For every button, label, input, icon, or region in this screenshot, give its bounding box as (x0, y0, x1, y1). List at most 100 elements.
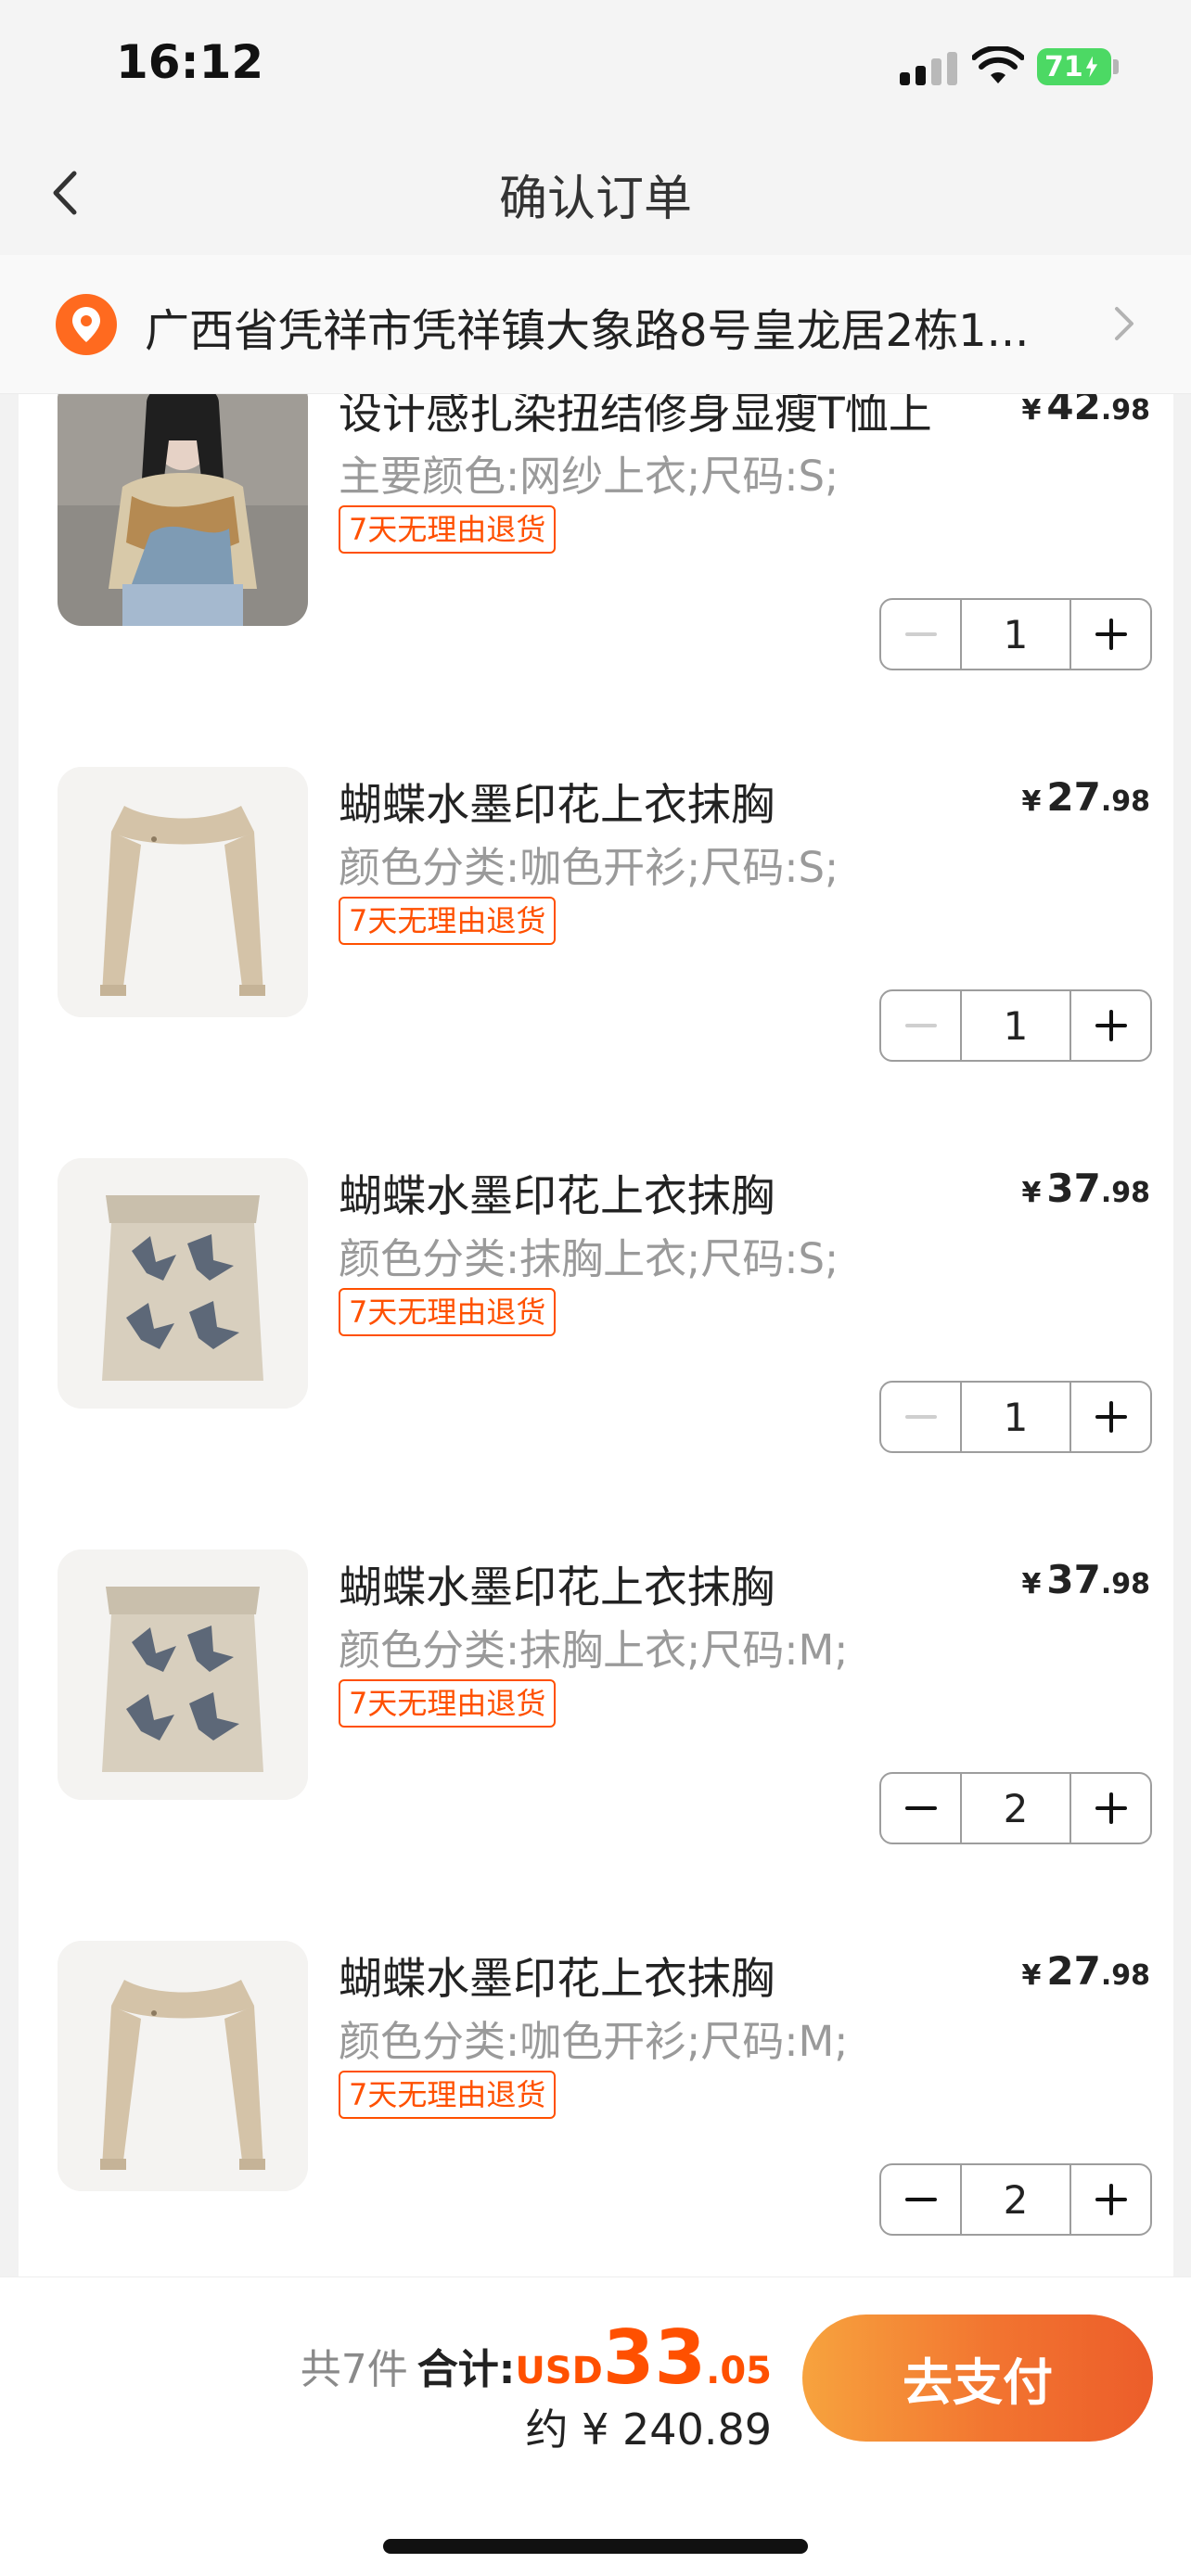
minus-icon (904, 1806, 937, 1810)
order-item: 蝴蝶水墨印花上衣抹胸 颜色分类:咖色开衫;尺码:M; 7天无理由退货 ¥27.9… (56, 1941, 1152, 2276)
checkout-bar: 共7件 合计:USD33.05 约 ¥ 240.89 去支付 (0, 2276, 1191, 2576)
return-policy-badge: 7天无理由退货 (339, 2071, 557, 2119)
page-title: 确认订单 (498, 172, 692, 227)
quantity-value[interactable]: 1 (960, 1383, 1071, 1451)
decrease-quantity-button[interactable] (881, 991, 960, 1060)
butterfly-tube-top-image (58, 1158, 308, 1409)
decrease-quantity-button[interactable] (881, 2165, 960, 2234)
quantity-stepper: 1 (879, 598, 1152, 670)
price-integer: 42 (1046, 394, 1101, 428)
product-sku: 颜色分类:抹胸上衣;尺码:M; (339, 1626, 849, 1675)
plus-icon (1095, 618, 1127, 650)
plus-icon (1095, 2184, 1127, 2215)
product-price: ¥42.98 (1022, 394, 1150, 428)
product-title[interactable]: 蝴蝶水墨印花上衣抹胸 (339, 769, 988, 833)
price-decimal: .98 (1100, 1568, 1150, 1600)
return-policy-badge: 7天无理由退货 (339, 1679, 557, 1728)
order-item-list[interactable]: 设计感扎染扭结修身显瘦T恤上 主要颜色:网纱上衣;尺码:S; 7天无理由退货 ¥… (0, 394, 1191, 2276)
price-currency: ¥ (1021, 1568, 1042, 1600)
product-title[interactable]: 蝴蝶水墨印花上衣抹胸 (339, 1943, 988, 2007)
cellular-signal-icon (900, 52, 957, 85)
quantity-stepper: 2 (879, 2163, 1152, 2236)
return-policy-badge: 7天无理由退货 (339, 505, 557, 554)
order-item: 蝴蝶水墨印花上衣抹胸 颜色分类:抹胸上衣;尺码:M; 7天无理由退货 ¥37.9… (56, 1549, 1152, 1902)
total-amount-integer: 33 (602, 2315, 707, 2401)
minus-icon (904, 1024, 937, 1027)
status-time: 16:12 (116, 35, 264, 89)
pay-button[interactable]: 去支付 (802, 2315, 1153, 2442)
minus-icon (904, 632, 937, 636)
order-item: 设计感扎染扭结修身显瘦T恤上 主要颜色:网纱上衣;尺码:S; 7天无理由退货 ¥… (56, 394, 1152, 728)
battery-tip (1113, 59, 1119, 74)
increase-quantity-button[interactable] (1071, 2165, 1150, 2234)
battery-charging-icon: 71 (1037, 48, 1111, 85)
beige-shrug-image (58, 767, 308, 1017)
price-decimal: .98 (1100, 1959, 1150, 1992)
increase-quantity-button[interactable] (1071, 1383, 1150, 1451)
quantity-value[interactable]: 2 (960, 2165, 1071, 2234)
product-price: ¥37.98 (1022, 1557, 1150, 1602)
product-sku: 颜色分类:抹胸上衣;尺码:S; (339, 1234, 839, 1283)
price-currency: ¥ (1021, 1959, 1042, 1992)
price-currency: ¥ (1021, 1177, 1042, 1209)
battery-level: 71 (1044, 50, 1083, 83)
product-image[interactable] (58, 1941, 308, 2191)
plus-icon (1095, 1401, 1127, 1433)
total-label: 合计: (416, 2346, 516, 2393)
return-policy-badge: 7天无理由退货 (339, 897, 557, 945)
product-title[interactable]: 设计感扎染扭结修身显瘦T恤上 (339, 394, 988, 441)
quantity-value[interactable]: 1 (960, 600, 1071, 669)
beige-shrug-image (58, 1941, 308, 2191)
price-currency: ¥ (1021, 785, 1042, 818)
price-integer: 37 (1046, 1166, 1101, 1211)
price-integer: 27 (1046, 774, 1101, 820)
product-title[interactable]: 蝴蝶水墨印花上衣抹胸 (339, 1551, 988, 1615)
price-decimal: .98 (1100, 785, 1150, 818)
quantity-stepper: 1 (879, 1381, 1152, 1453)
product-price: ¥27.98 (1022, 1948, 1150, 1994)
product-price: ¥37.98 (1022, 1166, 1150, 1211)
quantity-stepper: 2 (879, 1772, 1152, 1844)
total-currency: USD (515, 2350, 603, 2392)
decrease-quantity-button[interactable] (881, 1383, 960, 1451)
shipping-address-bar[interactable]: 广西省凭祥市凭祥镇大象路8号皇龙居2栋1... (0, 255, 1191, 394)
increase-quantity-button[interactable] (1071, 1774, 1150, 1843)
decrease-quantity-button[interactable] (881, 1774, 960, 1843)
approx-cny-total: 约 ¥ 240.89 (525, 2404, 772, 2455)
minus-icon (904, 1415, 937, 1419)
butterfly-tube-top-image (58, 1549, 308, 1800)
tie-dye-top-image (58, 394, 308, 626)
location-pin-icon (56, 294, 117, 355)
wifi-icon (972, 46, 1024, 83)
quantity-value[interactable]: 2 (960, 1774, 1071, 1843)
chevron-right-icon (1115, 307, 1133, 340)
item-count: 共7件 (300, 2346, 408, 2393)
price-decimal: .98 (1100, 394, 1150, 427)
order-item: 蝴蝶水墨印花上衣抹胸 颜色分类:咖色开衫;尺码:S; 7天无理由退货 ¥27.9… (56, 767, 1152, 1119)
home-indicator (383, 2539, 808, 2554)
increase-quantity-button[interactable] (1071, 991, 1150, 1060)
price-decimal: .98 (1100, 1177, 1150, 1209)
product-image[interactable] (58, 394, 308, 626)
status-bar: 16:12 71 (0, 0, 1191, 130)
total-amount-decimal: .05 (706, 2350, 772, 2392)
address-text: 广西省凭祥市凭祥镇大象路8号皇龙居2栋1... (145, 305, 1030, 357)
decrease-quantity-button[interactable] (881, 600, 960, 669)
return-policy-badge: 7天无理由退货 (339, 1288, 557, 1336)
increase-quantity-button[interactable] (1071, 600, 1150, 669)
product-title[interactable]: 蝴蝶水墨印花上衣抹胸 (339, 1160, 988, 1224)
product-sku: 颜色分类:咖色开衫;尺码:M; (339, 2017, 849, 2066)
nav-bar: 确认订单 (0, 130, 1191, 255)
product-image[interactable] (58, 767, 308, 1017)
quantity-value[interactable]: 1 (960, 991, 1071, 1060)
order-item: 蝴蝶水墨印花上衣抹胸 颜色分类:抹胸上衣;尺码:S; 7天无理由退货 ¥37.9… (56, 1158, 1152, 1511)
product-sku: 主要颜色:网纱上衣;尺码:S; (339, 452, 839, 501)
order-card: 设计感扎染扭结修身显瘦T恤上 主要颜色:网纱上衣;尺码:S; 7天无理由退货 ¥… (19, 394, 1173, 2276)
order-summary: 共7件 合计:USD33.05 (301, 2315, 772, 2401)
minus-icon (904, 2198, 937, 2201)
price-integer: 27 (1046, 1948, 1101, 1994)
product-image[interactable] (58, 1158, 308, 1409)
product-image[interactable] (58, 1549, 308, 1800)
product-sku: 颜色分类:咖色开衫;尺码:S; (339, 843, 839, 892)
price-currency: ¥ (1021, 394, 1042, 427)
